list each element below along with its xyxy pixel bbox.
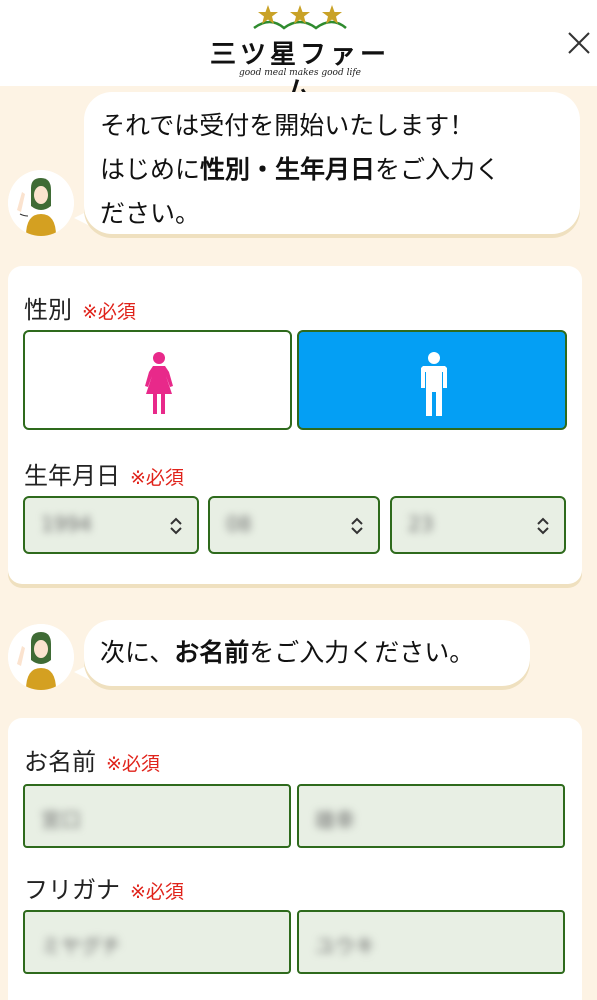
birth-day-value: 23 (408, 512, 434, 536)
chevron-up-down-icon (170, 517, 182, 535)
required-badge: ※必須 (82, 301, 136, 323)
chat-bubble-name-text: 次に、お名前をご入力ください。 (100, 638, 475, 667)
assistant-avatar-icon (8, 170, 74, 236)
furigana-label: フリガナ ※必須 (24, 876, 184, 904)
close-icon[interactable] (566, 30, 592, 56)
required-badge: ※必須 (130, 881, 184, 903)
name-card: お名前 ※必須 宮口 雄幸 フリガナ ※必須 ミヤグチ ユウキ (8, 718, 582, 1000)
required-badge: ※必須 (106, 753, 160, 775)
logo: 三ツ星ファーム good meal makes good life (200, 4, 400, 107)
birth-month-select[interactable]: 08 (208, 496, 380, 554)
male-icon (421, 352, 447, 416)
chat-emphasis: 性別・生年月日 (200, 155, 376, 184)
birth-year-value: 1994 (41, 512, 92, 536)
last-name-value: 宮口 (41, 808, 81, 832)
birth-year-select[interactable]: 1994 (23, 496, 199, 554)
birth-day-select[interactable]: 23 (390, 496, 566, 554)
gender-female-button[interactable] (23, 330, 292, 430)
first-name-kana-field[interactable]: ユウキ (297, 910, 565, 974)
chat-bubble-intro-text: それでは受付を開始いたします！ はじめに性別・生年月日をご入力く ださい。 (100, 104, 570, 236)
chat-emphasis: お名前 (174, 638, 250, 667)
header: 三ツ星ファーム good meal makes good life (0, 0, 597, 107)
first-name-value: 雄幸 (315, 808, 355, 832)
chat-line-2: はじめに性別・生年月日をご入力く (100, 155, 501, 184)
logo-stars-icon (253, 5, 347, 30)
last-name-field[interactable]: 宮口 (23, 784, 291, 848)
chat-line-1: それでは受付を開始いたします！ (100, 111, 475, 140)
first-name-field[interactable]: 雄幸 (297, 784, 565, 848)
chevron-up-down-icon (351, 517, 363, 535)
female-icon (145, 352, 173, 414)
name-label: お名前 ※必須 (24, 748, 160, 776)
assistant-avatar (8, 624, 74, 690)
gender-male-button[interactable] (297, 330, 567, 430)
gender-birthdate-card: 性別 ※必須 生年月日 ※必須 1994 08 23 (8, 266, 582, 584)
birth-month-value: 08 (226, 512, 252, 536)
birthdate-label: 生年月日 ※必須 (24, 462, 184, 490)
chat-line-3: ださい。 (100, 199, 201, 228)
last-name-kana-field[interactable]: ミヤグチ (23, 910, 291, 974)
first-name-kana-value: ユウキ (315, 934, 375, 958)
assistant-avatar (8, 170, 74, 236)
chat-bubble-name: 次に、お名前をご入力ください。 (84, 620, 530, 686)
last-name-kana-value: ミヤグチ (41, 934, 121, 958)
logo-tagline: good meal makes good life (239, 68, 361, 78)
chat-bubble-intro: それでは受付を開始いたします！ はじめに性別・生年月日をご入力く ださい。 (84, 92, 580, 234)
assistant-avatar-icon (8, 624, 74, 690)
required-badge: ※必須 (130, 467, 184, 489)
gender-label: 性別 ※必須 (24, 296, 136, 324)
chevron-up-down-icon (537, 517, 549, 535)
